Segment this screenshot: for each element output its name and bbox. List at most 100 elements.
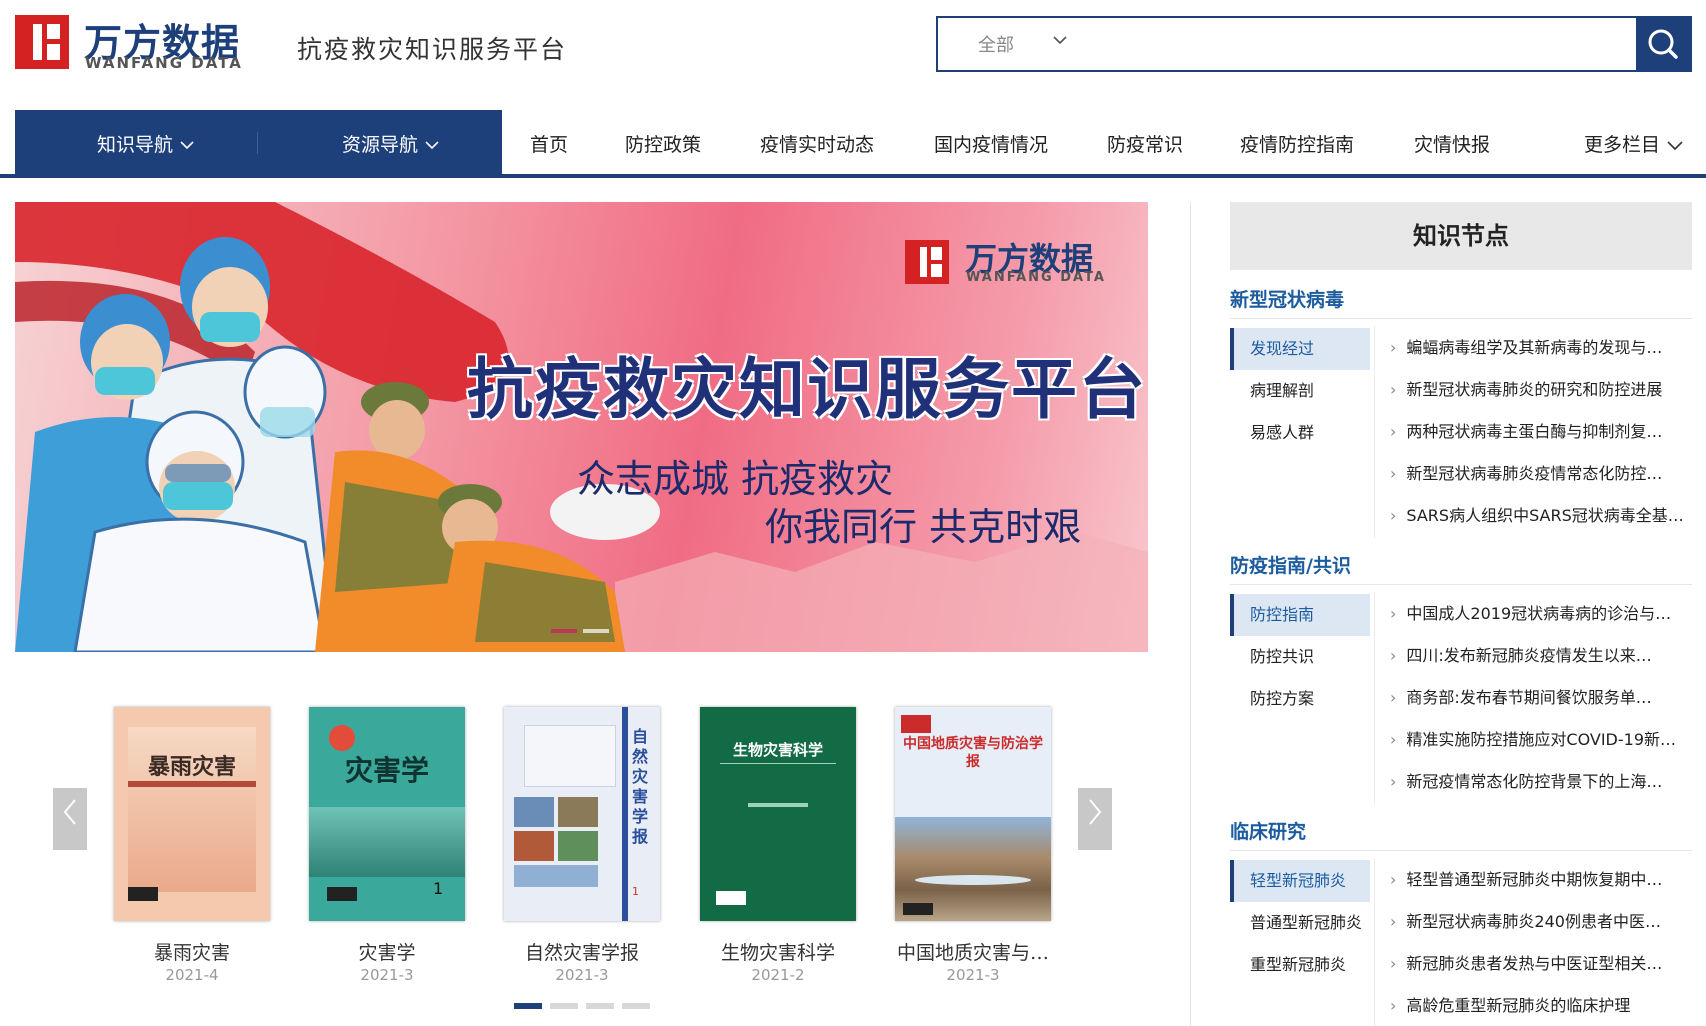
list-item[interactable]: › 中国成人2019冠状病毒病的诊治与… [1390,600,1690,624]
journal-cover-3[interactable]: 自然灾害学报 1 [504,707,660,921]
list-item[interactable]: › 新型冠状病毒肺炎的研究和防控进展 [1390,376,1690,400]
journal-name-3[interactable]: 自然灾害学报 [504,938,660,965]
tab-discovery[interactable]: 发现经过 [1230,328,1370,370]
journal-name-5[interactable]: 中国地质灾害与… [895,938,1051,965]
tab-prevention-guide[interactable]: 防控指南 [1230,594,1370,636]
chevron-right-icon: › [1390,464,1397,483]
chevron-right-icon [1089,799,1102,825]
tab-pathology[interactable]: 病理解剖 [1230,370,1370,412]
wanfang-logo-mark-icon[interactable] [15,15,69,69]
journal-name-4[interactable]: 生物灾害科学 [700,938,856,965]
journal-cover-title: 生物灾害科学 [732,741,823,759]
journal-date-3: 2021-3 [555,966,609,984]
tab-prevention-plan[interactable]: 防控方案 [1230,678,1370,720]
banner-slogan-line1: 众志成城 抗疫救灾 [577,457,894,501]
tab-common-covid[interactable]: 普通型新冠肺炎 [1230,902,1370,944]
banner-logo-mark-icon [905,240,949,284]
nav-prevention-policy[interactable]: 防控政策 [625,130,701,157]
banner-dot-1[interactable] [551,629,577,633]
nav-dark-block: 知识导航 资源导航 [15,110,502,174]
section-title-prevention-guide[interactable]: 防疫指南/共识 [1230,551,1351,578]
chevron-down-icon [180,141,194,150]
list-item[interactable]: › 新型冠状病毒肺炎240例患者中医… [1390,908,1690,932]
tab-separator [1374,858,1375,1026]
list-item[interactable]: › 四川:发布新冠肺炎疫情发生以来… [1390,642,1690,666]
section-title-clinical-research[interactable]: 临床研究 [1230,817,1306,844]
journal-name-1[interactable]: 暴雨灾害 [114,938,270,965]
journal-cover-title: 自然灾害学报 [632,727,649,846]
journal-date-5: 2021-3 [946,966,1000,984]
carousel-next-button[interactable] [1078,788,1112,850]
journal-date-4: 2021-2 [751,966,805,984]
knowledge-nodes-header: 知识节点 [1230,202,1692,270]
journal-cover-4[interactable]: 生物灾害科学 [700,707,856,921]
logo-text-en: WANFANG DATA [85,54,243,72]
chevron-right-icon: › [1390,338,1397,357]
tab-separator [1374,592,1375,804]
section-title-coronavirus[interactable]: 新型冠状病毒 [1230,285,1344,312]
journal-cover-1[interactable]: 暴雨灾害 [114,707,270,921]
banner-title: 抗疫救灾知识服务平台 [467,351,1147,428]
search-scope-select[interactable]: 全部 [978,31,1014,57]
search-button[interactable] [1636,18,1690,70]
nav-domestic-situation[interactable]: 国内疫情情况 [934,130,1048,157]
section-divider [1230,584,1692,585]
banner-slogan-line2: 你我同行 共克时艰 [765,505,1082,549]
journal-name-2[interactable]: 灾害学 [309,938,465,965]
carousel-prev-button[interactable] [53,788,87,850]
tab-mild-covid[interactable]: 轻型新冠肺炎 [1230,860,1370,902]
list-item[interactable]: › 高龄危重型新冠肺炎的临床护理 [1390,992,1690,1016]
nav-more-columns[interactable]: 更多栏目 [1584,130,1684,157]
list-item[interactable]: › 新冠肺炎患者发热与中医证型相关… [1390,950,1690,974]
journal-cover-5[interactable]: 中国地质灾害与防治学报 [895,707,1051,921]
journal-date-2: 2021-3 [360,966,414,984]
tab-severe-covid[interactable]: 重型新冠肺炎 [1230,944,1370,986]
search-bar: 全部 [936,16,1692,72]
nav-home[interactable]: 首页 [530,130,568,157]
banner-dot-2[interactable] [583,629,609,633]
journal-cover-title: 灾害学 [344,754,429,787]
tab-separator [1374,326,1375,538]
carousel-dot-3[interactable] [586,1003,614,1009]
chevron-right-icon: › [1390,422,1397,441]
chevron-right-icon: › [1390,730,1397,749]
chevron-right-icon: › [1390,954,1397,973]
carousel-dot-4[interactable] [622,1003,650,1009]
nav-resource-navigation[interactable]: 资源导航 [342,130,440,157]
list-item[interactable]: › 商务部:发布春节期间餐饮服务单… [1390,684,1690,708]
nav-realtime-updates[interactable]: 疫情实时动态 [760,130,874,157]
nav-prevention-knowledge[interactable]: 防疫常识 [1107,130,1183,157]
list-item[interactable]: › SARS病人组织中SARS冠状病毒全基… [1390,502,1690,526]
chevron-right-icon: › [1390,506,1397,525]
list-item[interactable]: › 轻型普通型新冠肺炎中期恢复期中… [1390,866,1690,890]
tab-susceptible-groups[interactable]: 易感人群 [1230,412,1370,454]
journal-cover-2[interactable]: 灾害学 1 [309,707,465,921]
carousel-dot-1[interactable] [514,1003,542,1009]
chevron-right-icon: › [1390,912,1397,931]
carousel-dot-2[interactable] [550,1003,578,1009]
chevron-right-icon: › [1390,604,1397,623]
section-divider [1230,850,1692,851]
list-item[interactable]: › 两种冠状病毒主蛋白酶与抑制剂复… [1390,418,1690,442]
tab-prevention-consensus[interactable]: 防控共识 [1230,636,1370,678]
chevron-right-icon: › [1390,772,1397,791]
nav-underline [0,174,1706,178]
nav-prevention-guide[interactable]: 疫情防控指南 [1240,130,1354,157]
chevron-right-icon: › [1390,996,1397,1015]
list-item[interactable]: › 精准实施防控措施应对COVID-19新… [1390,726,1690,750]
nav-disaster-news[interactable]: 灾情快报 [1414,130,1490,157]
sidebar-divider [1190,202,1191,1026]
chevron-down-icon[interactable] [1052,32,1068,53]
search-input[interactable] [1098,26,1562,64]
chevron-right-icon: › [1390,688,1397,707]
list-item[interactable]: › 新型冠状病毒肺炎疫情常态化防控… [1390,460,1690,484]
banner-logo-en: WANFANG DATA [966,270,1106,285]
list-item[interactable]: › 蝙蝠病毒组学及其新病毒的发现与… [1390,334,1690,358]
nav-knowledge-navigation[interactable]: 知识导航 [97,130,195,157]
chevron-down-icon [425,141,439,150]
chevron-left-icon [63,799,76,825]
list-item[interactable]: › 新冠疫情常态化防控背景下的上海… [1390,768,1690,792]
section-divider [1230,318,1692,319]
journal-cover-title: 暴雨灾害 [147,755,236,780]
hero-banner[interactable]: 万方数据 WANFANG DATA 抗疫救灾知识服务平台 众志成城 抗疫救灾 你… [15,202,1148,652]
